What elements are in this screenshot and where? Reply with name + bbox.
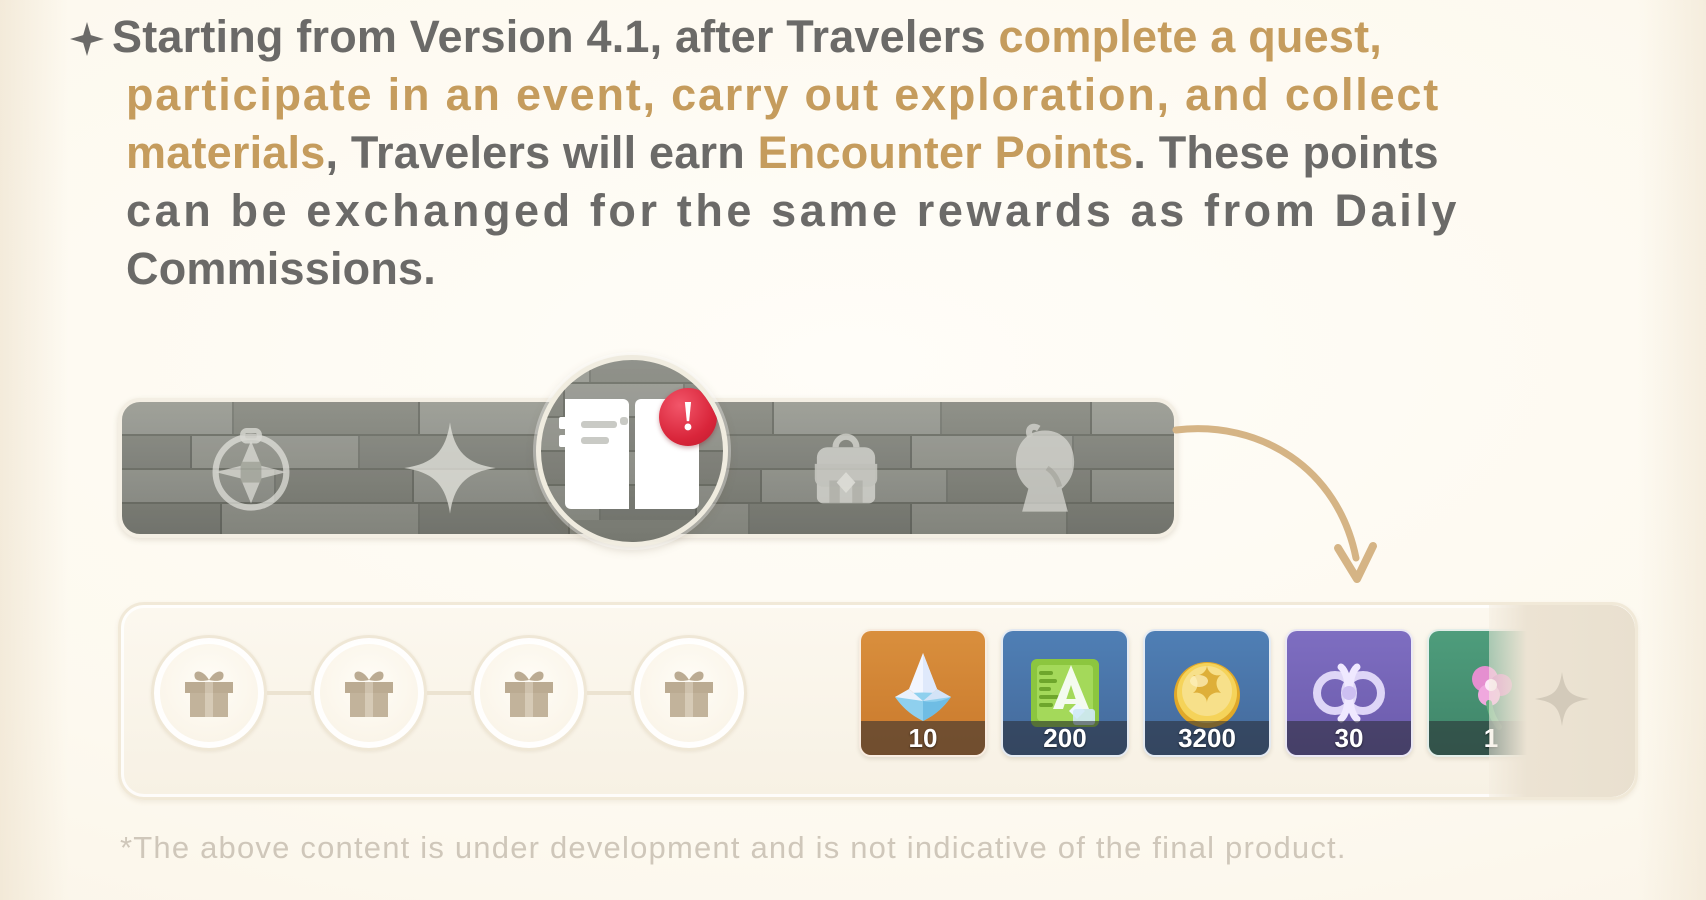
reward-item-card[interactable]: 10 [859,629,987,757]
gift-box-icon [345,671,393,717]
nav-item-wish[interactable] [390,408,510,528]
item-quantity: 3200 [1145,721,1269,755]
reward-item-strip[interactable]: 10 200 3200 30 [859,629,1555,757]
sparkle-star-icon [70,22,104,56]
intro-line-4: can be exchanged for the same rewards as… [126,185,1461,236]
gift-box-icon [185,671,233,717]
reward-progress-track [151,635,747,751]
item-quantity: 200 [1003,721,1127,755]
reward-node[interactable] [311,635,427,751]
sparkle-star-icon [1533,670,1591,733]
reward-item-card[interactable]: 30 [1285,629,1413,757]
rewards-overlay-panel[interactable] [1489,605,1635,797]
rewards-panel[interactable]: 10 200 3200 30 [118,602,1638,800]
gift-box-icon [665,671,713,717]
notification-badge[interactable]: ! [659,388,717,446]
reward-node[interactable] [631,635,747,751]
disclaimer-note: *The above content is under development … [120,830,1347,865]
item-quantity: 10 [861,721,985,755]
intro-line-3: materials, Travelers will earn Encounter… [126,127,1439,178]
nav-item-battlepass-highlighted[interactable]: ! [536,355,728,547]
intro-line-1-text: Starting from Version 4.1, after Travele… [112,11,1382,62]
node-connector [267,691,311,695]
reward-item-card[interactable]: 200 [1001,629,1129,757]
nav-item-inventory[interactable] [786,408,906,528]
node-connector [587,691,631,695]
intro-line-1: Starting from Version 4.1, after Travele… [70,8,1650,66]
page-background: Starting from Version 4.1, after Travele… [0,0,1706,900]
reward-node[interactable] [471,635,587,751]
curved-arrow-down-icon [1170,398,1420,618]
node-connector [427,691,471,695]
nav-item-character[interactable] [985,408,1105,528]
intro-line-5: Commissions. [126,243,436,294]
intro-line-2: participate in an event, carry out explo… [126,69,1441,120]
reward-node[interactable] [151,635,267,751]
reward-item-card[interactable]: 3200 [1143,629,1271,757]
item-quantity: 30 [1287,721,1411,755]
gift-box-icon [505,671,553,717]
intro-paragraph: Starting from Version 4.1, after Travele… [70,8,1650,298]
nav-item-quests[interactable] [191,408,311,528]
